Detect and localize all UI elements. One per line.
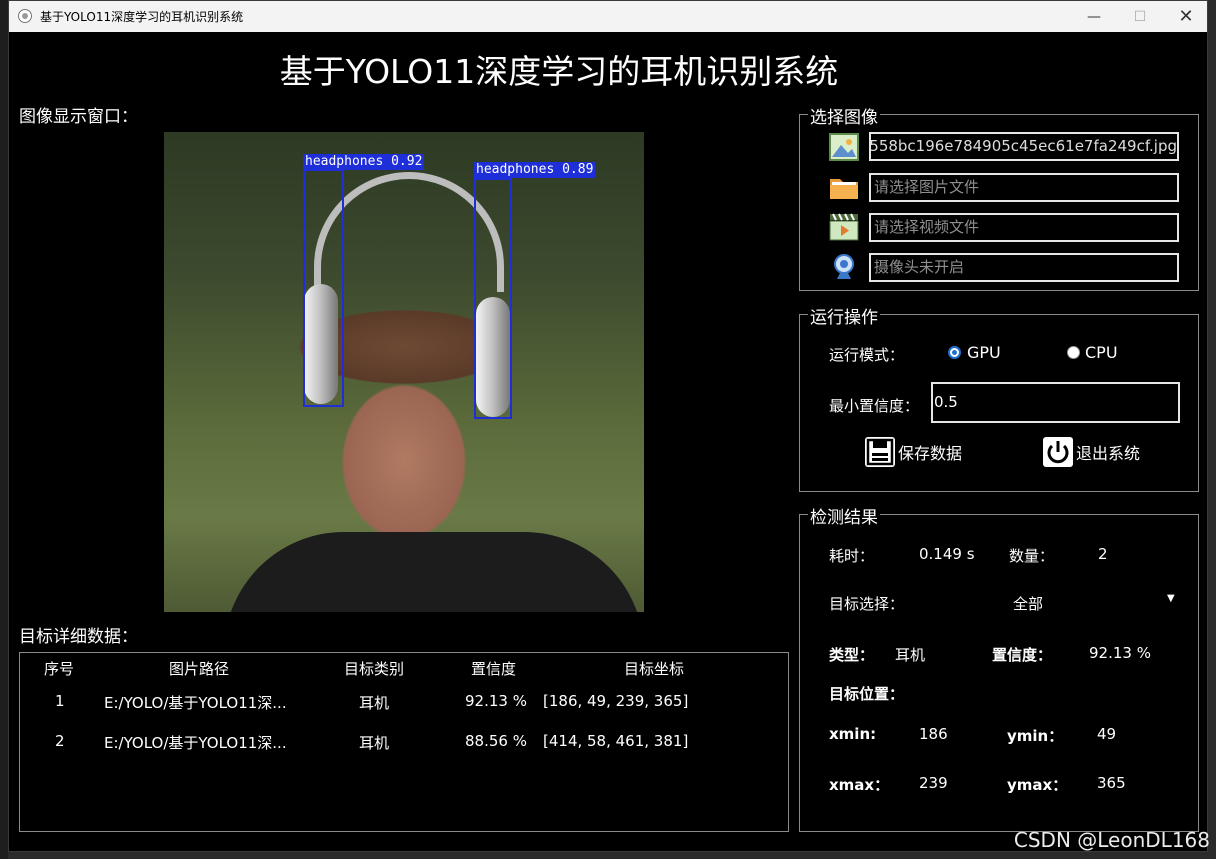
table-cell-confidence: 92.13 %	[465, 692, 527, 710]
ymin-value: 49	[1097, 725, 1117, 743]
folder-icon[interactable]	[829, 173, 859, 201]
background-editor-strip	[0, 0, 8, 859]
details-label: 目标详细数据：	[19, 627, 138, 647]
page-title: 基于YOLO11深度学习的耳机识别系统	[279, 52, 839, 91]
title-bar: 基于YOLO11深度学习的耳机识别系统 — ☐ ✕	[9, 1, 1207, 32]
app-icon	[18, 9, 32, 23]
watermark: CSDN @LeonDL168	[1013, 828, 1210, 852]
min-confidence-input[interactable]: 0.5	[931, 382, 1180, 423]
save-data-label: 保存数据	[898, 444, 963, 463]
xmax-value: 239	[919, 774, 948, 792]
min-confidence-label: 最小置信度：	[829, 397, 920, 415]
table-cell-index: 1	[55, 692, 65, 710]
camera-input[interactable]: 摄像头未开启	[869, 253, 1179, 282]
maximize-button[interactable]: ☐	[1117, 1, 1163, 32]
xmin-label: xmin:	[829, 725, 877, 743]
column-header-index: 序号	[44, 660, 75, 678]
image-icon[interactable]	[829, 133, 859, 161]
result-confidence-label: 置信度：	[992, 646, 1053, 664]
table-cell-confidence: 88.56 %	[465, 732, 527, 750]
type-label: 类型：	[829, 646, 875, 664]
column-header-class: 目标类别	[344, 660, 405, 678]
detection-image: headphones 0.92 headphones 0.89	[164, 132, 644, 612]
app-window: 基于YOLO11深度学习的耳机识别系统 — ☐ ✕ 基于YOLO11深度学习的耳…	[8, 0, 1208, 852]
minimize-button[interactable]: —	[1071, 1, 1117, 32]
save-data-button[interactable]: 保存数据	[865, 436, 962, 468]
gpu-radio[interactable]	[948, 346, 961, 359]
bbox-2-label: headphones 0.89	[474, 162, 596, 178]
table-cell-coords: [186, 49, 239, 365]	[543, 692, 689, 710]
column-header-coords: 目标坐标	[624, 660, 685, 678]
time-label: 耗时：	[829, 547, 875, 565]
run-mode-label: 运行模式：	[829, 346, 905, 364]
gpu-label[interactable]: GPU	[967, 343, 1001, 362]
image-path-field[interactable]: f558bc196e784905c45ec61e7fa249cf.jpg	[869, 132, 1179, 161]
table-cell-class: 耳机	[359, 694, 390, 712]
table-cell-path: E:/YOLO/基于YOLO11深...	[104, 694, 287, 712]
video-icon[interactable]	[829, 213, 859, 241]
details-table[interactable]: 序号 图片路径 目标类别 置信度 目标坐标 1 E:/YOLO/基于YOLO11…	[19, 652, 789, 832]
result-confidence-value: 92.13 %	[1089, 644, 1151, 662]
target-select-dropdown[interactable]: 全部 ▼	[919, 585, 1179, 617]
detection-result-title: 检测结果	[808, 503, 880, 528]
image-file-input[interactable]: 请选择图片文件	[869, 173, 1179, 202]
type-value: 耳机	[895, 646, 926, 664]
exit-system-label: 退出系统	[1076, 444, 1141, 463]
exit-system-button[interactable]: 退出系统	[1043, 436, 1140, 468]
count-label: 数量：	[1009, 547, 1055, 565]
bbox-2	[474, 178, 512, 419]
table-cell-path: E:/YOLO/基于YOLO11深...	[104, 734, 287, 752]
xmin-value: 186	[919, 725, 948, 743]
target-select-value: 全部	[1013, 595, 1044, 613]
bbox-1	[303, 169, 344, 407]
ymin-label: ymin：	[1007, 727, 1064, 745]
bbox-1-label: headphones 0.92	[303, 154, 425, 170]
xmax-label: xmax：	[829, 776, 890, 794]
ymax-value: 365	[1097, 774, 1126, 792]
column-header-confidence: 置信度	[471, 660, 517, 678]
webcam-icon[interactable]	[829, 253, 859, 281]
cpu-radio[interactable]	[1067, 346, 1080, 359]
cpu-label[interactable]: CPU	[1085, 343, 1118, 362]
window-title: 基于YOLO11深度学习的耳机识别系统	[40, 10, 244, 24]
column-header-path: 图片路径	[169, 660, 230, 678]
run-operation-title: 运行操作	[808, 303, 880, 328]
target-select-label: 目标选择：	[829, 595, 905, 613]
count-value: 2	[1098, 545, 1108, 563]
time-value: 0.149 s	[919, 545, 975, 563]
chevron-down-icon: ▼	[1167, 593, 1175, 604]
shirt	[224, 532, 644, 612]
close-button[interactable]: ✕	[1163, 1, 1209, 32]
power-icon	[1043, 437, 1073, 467]
video-file-input[interactable]: 请选择视频文件	[869, 213, 1179, 242]
table-cell-index: 2	[55, 732, 65, 750]
table-cell-coords: [414, 58, 461, 381]	[543, 732, 689, 750]
table-cell-class: 耳机	[359, 734, 390, 752]
image-panel-label: 图像显示窗口：	[19, 107, 138, 127]
save-icon	[865, 437, 895, 467]
ymax-label: ymax：	[1007, 776, 1068, 794]
select-image-title: 选择图像	[808, 103, 880, 128]
target-position-label: 目标位置：	[829, 685, 905, 703]
